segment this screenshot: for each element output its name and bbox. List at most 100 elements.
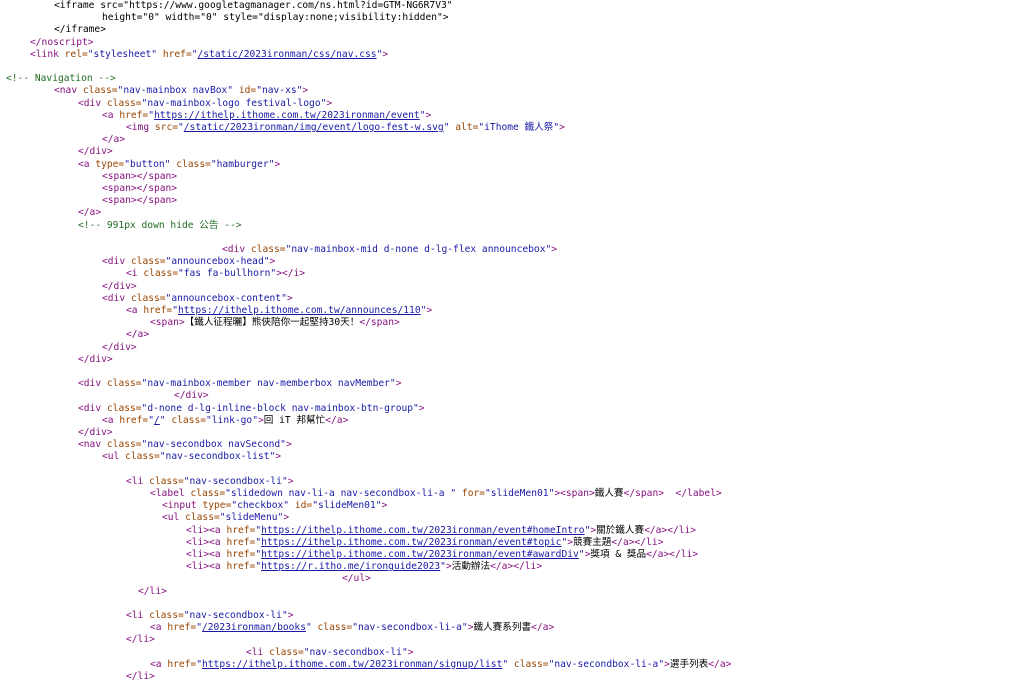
source-token: <a (150, 622, 168, 634)
source-line: </a> (126, 329, 149, 341)
source-token: > (395, 378, 402, 390)
source-token: <a (78, 158, 96, 170)
source-token: </a> (325, 414, 349, 426)
source-token: "checkbox" (231, 500, 290, 512)
source-token: </li> (126, 671, 155, 682)
source-token: class= (125, 451, 160, 463)
source-token: > (426, 305, 433, 316)
source-link[interactable]: /static/2023ironman/img/event/logo-fest-… (184, 122, 444, 133)
source-token: "announcebox-content" (165, 292, 287, 304)
source-line: </noscript> (30, 37, 94, 49)
source-link[interactable]: /static/2023ironman/css/nav.css (198, 49, 377, 60)
source-token: type= (202, 500, 232, 512)
source-token: <a (150, 658, 168, 670)
source-token: <div (78, 402, 107, 414)
source-link[interactable]: https://ithelp.ithome.com.tw/2023ironman… (261, 549, 579, 560)
source-token: "nav-secondbox-li-a" (352, 622, 468, 634)
source-token: id= (289, 500, 313, 512)
source-token: class= (106, 97, 142, 109)
source-token: "nav-secondbox-list" (159, 451, 276, 463)
source-token: class= (508, 658, 549, 670)
source-token: <div (78, 97, 107, 109)
source-token: <nav (54, 85, 83, 97)
source-token: <span></span> (102, 183, 178, 194)
source-token: class= (106, 378, 142, 390)
source-token: </a> (102, 134, 126, 146)
source-token: class= (130, 256, 166, 268)
source-line: <span>【鐵人征程曬】熊俠陪你一起堅持30天！</span> (150, 317, 400, 329)
source-token: href= (226, 549, 256, 560)
source-token: </div> (78, 427, 113, 438)
source-token: </a></li> (611, 536, 664, 548)
source-token: href= (167, 622, 197, 634)
source-token: "nav-secondbox-li" (183, 475, 288, 487)
source-line: <div class="announcebox-head"> (102, 256, 275, 268)
source-token: <iframe src="https://www.googletagmanage… (54, 0, 453, 11)
source-token: class= (143, 268, 178, 280)
source-token: <img (126, 122, 155, 133)
source-token: </a></li> (490, 561, 543, 573)
source-token: height="0" width="0" style="display:none… (102, 12, 449, 24)
source-token: </div> (78, 353, 113, 365)
source-line: </div> (78, 146, 113, 158)
source-link[interactable]: https://ithelp.ithome.com.tw/2023ironman… (261, 537, 561, 548)
source-line: <!-- Navigation --> (6, 73, 116, 85)
source-token: </a></li> (644, 524, 697, 536)
source-line: </div> (102, 281, 137, 293)
source-line: <li><a href="https://ithelp.ithome.com.t… (186, 549, 698, 561)
source-token: </a> (531, 622, 555, 634)
source-line: <div class="nav-mainbox-mid d-none d-lg-… (222, 244, 557, 256)
source-token: href= (167, 658, 197, 670)
source-token: </noscript> (30, 36, 94, 48)
source-token: "nav-mainbox-member nav-memberbox navMem… (141, 378, 396, 390)
source-token: <label (150, 488, 191, 499)
source-token: "slideMen01" (485, 488, 555, 499)
source-token: "link-go" (206, 414, 258, 426)
source-token: <div (102, 292, 131, 304)
source-link[interactable]: https://ithelp.ithome.com.tw/announces/1… (178, 305, 421, 316)
source-token: class= (190, 488, 226, 499)
source-line: <a href="/" class="link-go">回 iT 邦幫忙</a> (102, 415, 348, 427)
source-line: </div> (174, 390, 209, 402)
source-token: <div (102, 256, 131, 268)
source-line: <a href="https://ithelp.ithome.com.tw/20… (102, 110, 431, 122)
source-token: > (275, 451, 282, 463)
source-link[interactable]: https://ithelp.ithome.com.tw/2023ironman… (154, 110, 420, 121)
source-line: <nav class="nav-mainbox navBox" id="nav-… (54, 85, 308, 97)
source-token: "fas fa-bullhorn" (177, 268, 277, 280)
source-token: <li><a (186, 549, 227, 560)
source-token: > (302, 85, 309, 97)
source-link[interactable]: /2023ironman/books (202, 622, 306, 633)
source-token: > (418, 402, 425, 414)
source-token: </div> (78, 146, 113, 158)
source-token: class= (170, 158, 211, 170)
source-code-viewer: <iframe src="https://www.googletagmanage… (0, 0, 1024, 686)
source-token: <div (78, 378, 107, 390)
source-line: <a href="/2023ironman/books" class="nav-… (150, 622, 554, 634)
source-token: </div> (102, 280, 137, 292)
source-token: class= (106, 402, 142, 414)
source-token: 鐵人賽 (594, 488, 624, 499)
source-token: <li><a (186, 524, 227, 536)
source-token: href= (143, 305, 173, 316)
source-token: <li><a (186, 536, 227, 548)
source-line: </a> (102, 134, 125, 146)
source-token: "nav-mainbox-mid d-none d-lg-flex announ… (285, 244, 552, 255)
source-link[interactable]: https://r.itho.me/ironguide2023 (261, 561, 440, 572)
source-token: "hamburger" (210, 158, 275, 170)
source-line: </li> (126, 634, 155, 646)
source-line: <ul class="slideMenu"> (162, 512, 289, 524)
source-token: ><span> (554, 488, 595, 499)
source-token: 回 iT 邦幫忙 (263, 414, 326, 426)
source-token: > (285, 439, 292, 451)
source-token: "stylesheet" (87, 48, 158, 60)
source-token: <link (30, 48, 65, 60)
source-token: "slideMenu" (219, 512, 284, 524)
source-link[interactable]: https://ithelp.ithome.com.tw/2023ironman… (261, 525, 584, 536)
source-token: <ul (102, 451, 126, 463)
source-link[interactable]: https://ithelp.ithome.com.tw/2023ironman… (202, 659, 502, 670)
source-line: </li> (126, 671, 155, 683)
source-line: <div class="nav-mainbox-member nav-membe… (78, 378, 401, 390)
source-token: for= (456, 488, 486, 499)
source-token: <li><a (186, 561, 227, 573)
